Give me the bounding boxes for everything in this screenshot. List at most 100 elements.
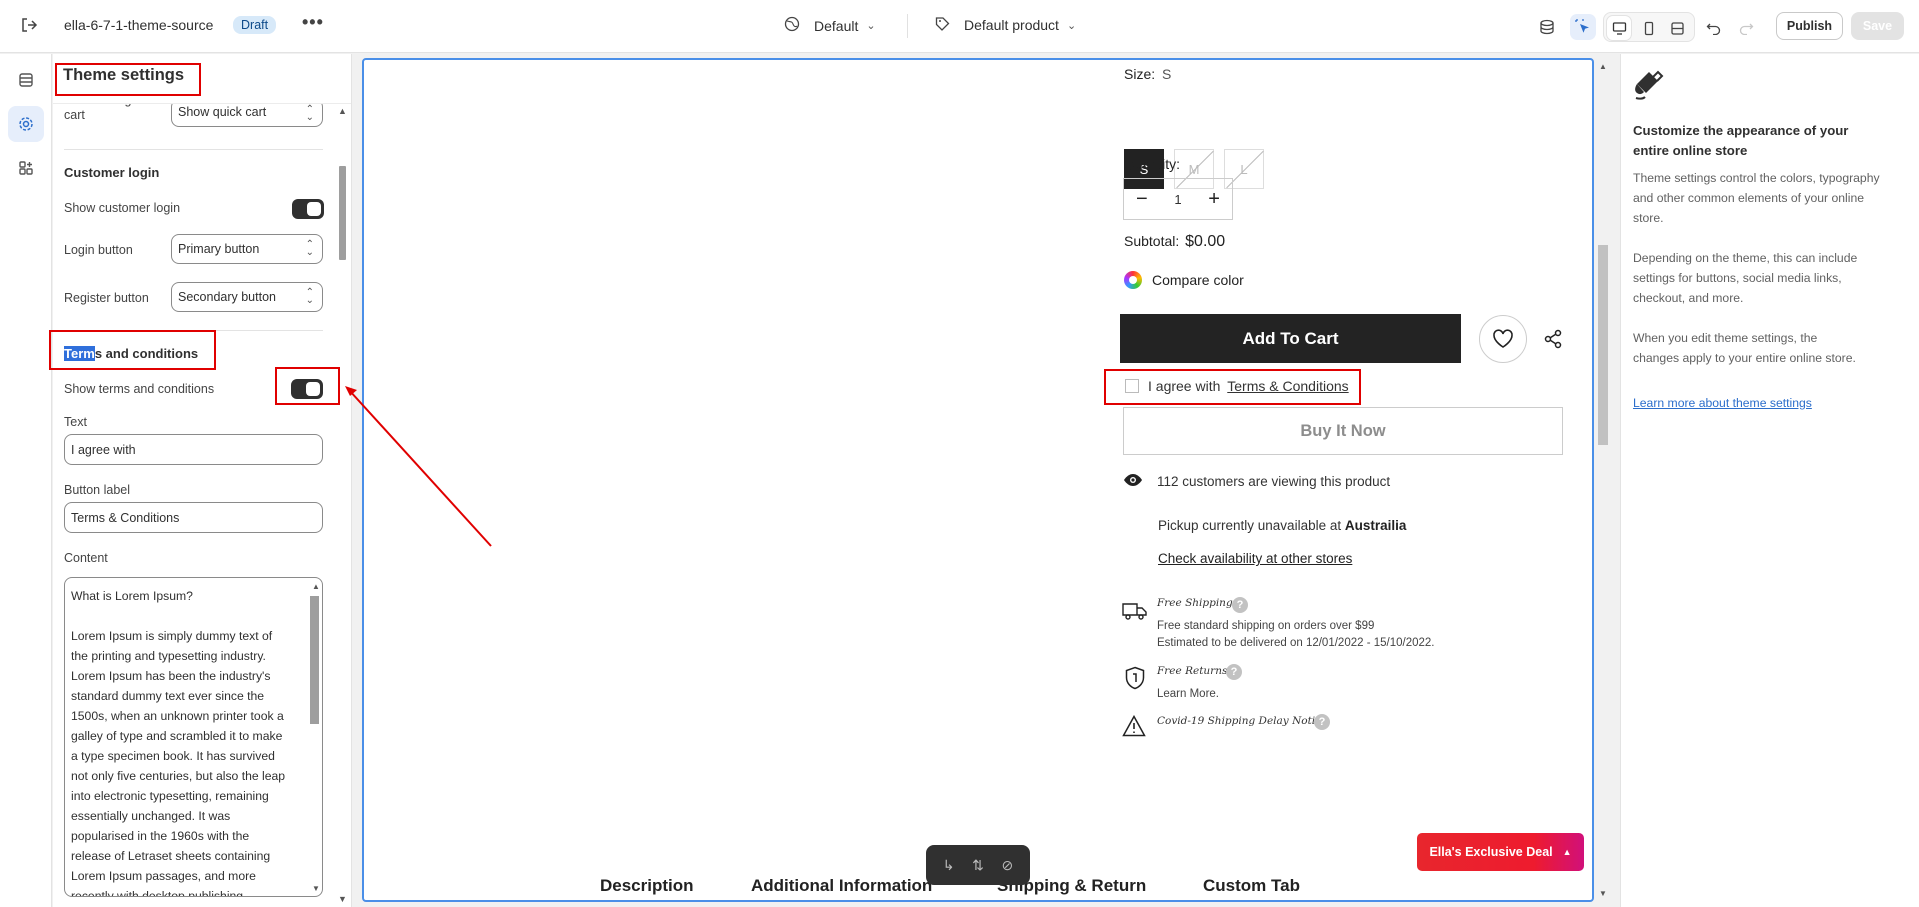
redo-icon[interactable] xyxy=(1733,14,1759,40)
covid-notice-title: Covid-19 Shipping Delay Notice xyxy=(1157,715,1328,727)
show-customer-login-label: Show customer login xyxy=(64,201,181,215)
reorder-icon[interactable]: ⇅ xyxy=(972,857,984,874)
subtotal-label: Subtotal: xyxy=(1124,233,1180,249)
customer-login-title: Customer login xyxy=(64,165,160,180)
size-label: Size: xyxy=(1124,66,1156,82)
pickup-location: Austrailia xyxy=(1344,518,1407,533)
textarea-scrollbar[interactable] xyxy=(310,596,319,724)
tag-icon xyxy=(935,16,950,34)
warning-triangle-icon xyxy=(1122,714,1146,742)
compare-color-label: Compare color xyxy=(1152,272,1244,288)
sidebar-scrollbar[interactable] xyxy=(339,166,346,260)
preview-scrollbar[interactable] xyxy=(1598,245,1608,445)
quantity-label: Quantity: xyxy=(1124,156,1181,172)
scroll-up-arrow-icon[interactable]: ▲ xyxy=(338,106,347,116)
show-terms-toggle[interactable] xyxy=(291,379,323,399)
top-bar: ella-6-7-1-theme-source Draft ••• Defaul… xyxy=(0,0,1919,53)
exclusive-deal-button[interactable]: Ella's Exclusive Deal ▲ xyxy=(1417,833,1584,871)
fullscreen-view-icon[interactable] xyxy=(1664,15,1690,41)
scroll-down-arrow-icon[interactable]: ▼ xyxy=(338,894,347,904)
help-question-icon[interactable]: ? xyxy=(1226,664,1242,680)
product-selector[interactable]: Default product ⌄ xyxy=(935,16,1076,34)
divider xyxy=(907,14,908,38)
template-selector-label: Default xyxy=(814,17,859,34)
globe-icon xyxy=(784,16,800,35)
plus-icon[interactable]: + xyxy=(1208,188,1220,211)
save-button[interactable]: Save xyxy=(1851,12,1904,40)
terms-title-highlight: Term xyxy=(64,346,95,361)
agree-text: I agree with xyxy=(1148,378,1221,394)
mobile-view-icon[interactable] xyxy=(1636,15,1662,41)
terms-link[interactable]: Terms & Conditions xyxy=(1227,378,1348,394)
info-title: Customize the appearance of your entire … xyxy=(1633,123,1849,158)
register-button-select[interactable]: Secondary button ⌃ ⌄ xyxy=(171,282,323,312)
store-name: ella-6-7-1-theme-source xyxy=(64,17,214,33)
left-rail xyxy=(0,54,52,907)
inspector-cursor-icon[interactable] xyxy=(1570,14,1596,40)
show-customer-login-toggle[interactable] xyxy=(292,199,324,219)
free-shipping-line2: Estimated to be delivered on 12/01/2022 … xyxy=(1157,637,1435,649)
check-availability-link[interactable]: Check availability at other stores xyxy=(1158,551,1352,566)
after-adding-label: After adding to cart xyxy=(64,104,145,122)
share-icon[interactable] xyxy=(1539,325,1567,353)
login-button-label: Login button xyxy=(64,243,133,257)
content-label: Content xyxy=(64,551,108,565)
after-adding-select[interactable]: Show quick cart ⌃ ⌄ xyxy=(171,104,323,127)
content-text: What is Lorem Ipsum? Lorem Ipsum is simp… xyxy=(71,589,286,897)
quantity-stepper[interactable]: − 1 + xyxy=(1123,178,1233,220)
compare-color-button[interactable]: Compare color xyxy=(1124,271,1244,289)
gear-icon[interactable] xyxy=(8,106,44,142)
storefront-preview: Size: S S M L Quantity: Subtotal: $0.00 … xyxy=(362,58,1594,902)
terms-title-rest: s and conditions xyxy=(94,346,199,361)
after-adding-row: After adding to cart Show quick cart ⌃⌄ xyxy=(53,104,337,134)
agree-row: I agree with Terms & Conditions xyxy=(1148,378,1349,394)
quantity-value[interactable]: 1 xyxy=(1174,192,1181,207)
color-wheel-icon xyxy=(1124,271,1142,289)
scroll-down-arrow-icon[interactable]: ▼ xyxy=(1599,889,1607,898)
template-selector[interactable]: Default ⌄ xyxy=(784,16,876,35)
more-actions-button[interactable]: ••• xyxy=(302,12,324,33)
size-row: Size: S xyxy=(1124,66,1171,82)
sections-icon[interactable] xyxy=(8,62,44,98)
free-shipping-line1: Free standard shipping on orders over $9… xyxy=(1157,620,1375,632)
exit-icon[interactable] xyxy=(18,16,40,36)
add-to-cart-button[interactable]: Add To Cart xyxy=(1120,314,1461,363)
scroll-up-arrow-icon[interactable]: ▲ xyxy=(1599,62,1607,71)
info-paragraph-2: Depending on the theme, this can include… xyxy=(1633,251,1858,305)
select-caret-icon: ⌃ ⌄ xyxy=(305,287,314,306)
chevron-down-icon: ⌄ xyxy=(1066,19,1077,32)
database-icon[interactable] xyxy=(1534,14,1560,40)
caret-up-icon: ▲ xyxy=(1562,847,1572,857)
undo-icon[interactable] xyxy=(1700,14,1726,40)
sidebar-title: Theme settings xyxy=(63,66,185,84)
minus-icon[interactable]: − xyxy=(1136,188,1148,211)
hide-eye-icon[interactable]: ⊘ xyxy=(1001,857,1013,874)
select-caret-icon: ⌃ ⌄ xyxy=(305,239,314,258)
text-input[interactable]: I agree with xyxy=(64,434,323,465)
info-paragraph-1: Theme settings control the colors, typog… xyxy=(1633,171,1880,225)
free-returns-link[interactable]: Learn More. xyxy=(1157,688,1219,700)
desktop-view-icon[interactable] xyxy=(1606,15,1632,41)
buy-it-now-button[interactable]: Buy It Now xyxy=(1123,407,1563,455)
agree-checkbox[interactable] xyxy=(1125,379,1139,393)
shield-icon xyxy=(1124,666,1146,695)
help-question-icon[interactable]: ? xyxy=(1232,597,1248,613)
tab-additional-information[interactable]: Additional Information xyxy=(751,876,932,896)
scroll-down-arrow-icon[interactable]: ▼ xyxy=(312,884,320,893)
show-terms-label: Show terms and conditions xyxy=(64,382,215,396)
pickup-text: Pickup currently unavailable at xyxy=(1158,518,1342,533)
wishlist-heart-icon[interactable] xyxy=(1479,315,1527,363)
content-textarea[interactable]: What is Lorem Ipsum? Lorem Ipsum is simp… xyxy=(64,577,323,897)
scroll-up-arrow-icon[interactable]: ▲ xyxy=(312,582,320,591)
button-label-input[interactable]: Terms & Conditions xyxy=(64,502,323,533)
help-question-icon[interactable]: ? xyxy=(1314,714,1330,730)
apps-icon[interactable] xyxy=(8,150,44,186)
tab-description[interactable]: Description xyxy=(600,876,694,896)
subtotal-value: $0.00 xyxy=(1185,233,1226,250)
tab-custom[interactable]: Custom Tab xyxy=(1203,876,1300,896)
indent-icon[interactable]: ↳ xyxy=(943,857,955,874)
learn-more-link[interactable]: Learn more about theme settings xyxy=(1633,396,1812,410)
login-button-select[interactable]: Primary button ⌃ ⌄ xyxy=(171,234,323,264)
publish-button[interactable]: Publish xyxy=(1776,12,1843,40)
info-paragraph-3: When you edit theme settings, the change… xyxy=(1633,331,1856,365)
